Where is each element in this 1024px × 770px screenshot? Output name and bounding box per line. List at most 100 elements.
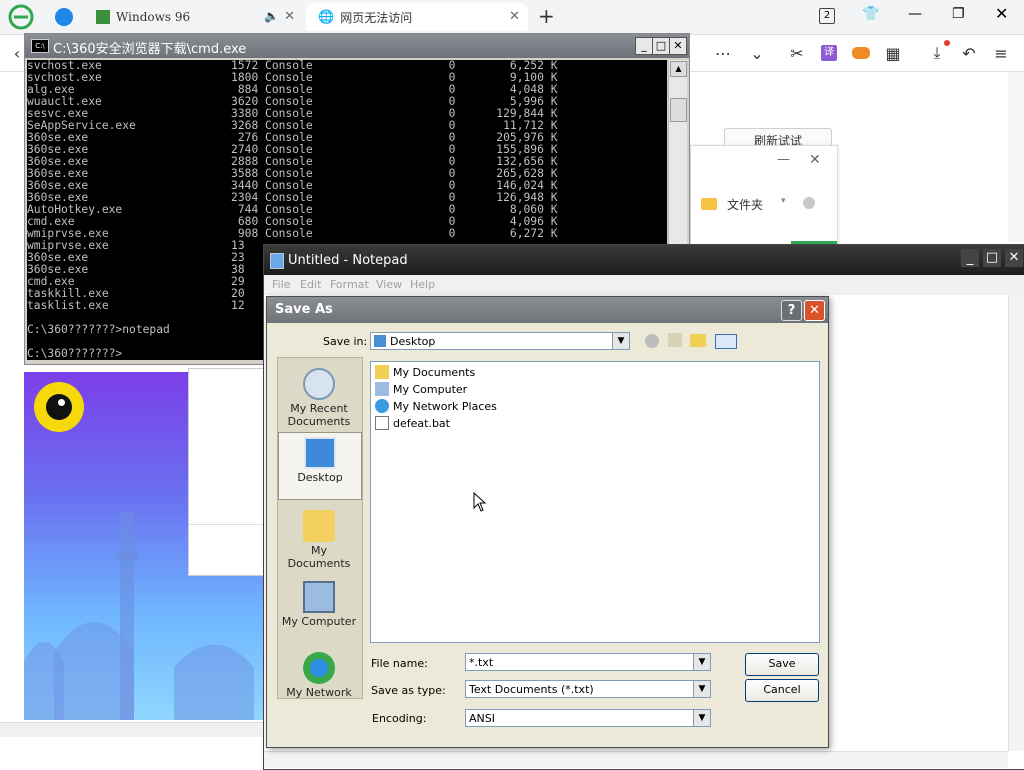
scroll-thumb[interactable] xyxy=(670,98,687,122)
place-label: My Documents xyxy=(287,544,351,570)
maximize-icon[interactable]: □ xyxy=(652,37,670,55)
menu-view[interactable]: View xyxy=(376,278,402,291)
new-tab-button[interactable]: + xyxy=(538,4,555,28)
notepad-icon xyxy=(270,253,284,269)
chevron-down-icon[interactable]: ⌄ xyxy=(746,42,768,64)
dialog-title: Save As xyxy=(275,302,333,317)
up-folder-icon[interactable] xyxy=(668,333,682,347)
chevron-down-icon[interactable]: ▼ xyxy=(693,654,710,670)
tab-page-unreachable[interactable]: 🌐 网页无法访问 ✕ xyxy=(306,3,528,31)
shirt-icon[interactable]: 👕 xyxy=(862,6,879,22)
tab-counter-icon[interactable]: 2 xyxy=(819,8,835,24)
file-label: My Computer xyxy=(393,382,468,396)
minimize-icon[interactable]: — xyxy=(908,6,922,22)
menu-format[interactable]: Format xyxy=(330,278,369,291)
translate-icon[interactable]: 译 xyxy=(818,42,840,64)
tab-windows96[interactable]: Windows 96 🔈 ✕ xyxy=(88,3,303,31)
place-recent-documents[interactable]: My Recent Documents xyxy=(278,364,360,428)
chevron-down-icon[interactable]: ▼ xyxy=(693,710,710,726)
close-icon[interactable]: ✕ xyxy=(804,300,825,321)
browser-tab-bar: Windows 96 🔈 ✕ 🌐 网页无法访问 ✕ + 2 👕 — ❐ ✕ xyxy=(0,0,1024,35)
maximize-icon[interactable]: □ xyxy=(983,249,1001,267)
save-as-title-bar[interactable]: Save As ? ✕ xyxy=(267,297,828,323)
clear-icon[interactable] xyxy=(803,197,815,209)
game-popup xyxy=(188,368,266,576)
browser-scrollbar[interactable] xyxy=(1008,72,1024,242)
chevron-down-icon[interactable]: ▼ xyxy=(612,333,629,349)
minimize-icon[interactable]: _ xyxy=(961,249,979,267)
my-network-icon xyxy=(303,652,335,684)
notepad-hscroll[interactable] xyxy=(264,751,1008,768)
encoding-select[interactable]: ANSI ▼ xyxy=(465,709,711,727)
menu-edit[interactable]: Edit xyxy=(300,278,321,291)
save-in-select[interactable]: Desktop ▼ xyxy=(370,332,630,350)
desktop-icon xyxy=(304,437,336,469)
game-logo xyxy=(34,382,84,432)
batch-file-icon xyxy=(375,416,389,430)
file-item-my-network-places[interactable]: My Network Places xyxy=(375,398,497,414)
file-item-my-computer[interactable]: My Computer xyxy=(375,381,467,397)
close-icon[interactable]: ✕ xyxy=(809,152,821,168)
desktop-icon xyxy=(374,335,386,347)
minimize-icon[interactable]: — xyxy=(777,152,790,167)
download-panel: — ✕ 文件夹 ▾ xyxy=(690,145,838,247)
cmd-title-bar[interactable]: C:\ C:\360安全浏览器下载\cmd.exe _ □ ✕ xyxy=(25,34,689,58)
menu-icon[interactable]: ≡ xyxy=(990,42,1012,64)
cancel-button[interactable]: Cancel xyxy=(745,679,819,702)
file-name-value: *.txt xyxy=(469,656,494,669)
file-name-input[interactable]: *.txt ▼ xyxy=(465,653,711,671)
notepad-vscroll[interactable] xyxy=(1008,295,1024,751)
file-item-defeat-bat[interactable]: defeat.bat xyxy=(375,415,450,431)
place-my-documents[interactable]: My Documents xyxy=(278,506,360,570)
speaker-icon[interactable]: 🔈 xyxy=(264,9,279,23)
apps-icon[interactable]: ▦ xyxy=(882,42,904,64)
save-as-type-label: Save as type: xyxy=(371,684,446,697)
app-icon xyxy=(96,10,110,24)
folder-icon xyxy=(375,365,389,379)
game-icon[interactable] xyxy=(850,42,872,64)
send-icon[interactable] xyxy=(55,8,73,26)
back-icon[interactable] xyxy=(645,334,659,348)
close-icon[interactable]: ✕ xyxy=(669,37,687,55)
place-desktop[interactable]: Desktop xyxy=(278,432,362,500)
browser-logo-icon xyxy=(8,4,34,30)
scroll-up-icon[interactable]: ▲ xyxy=(670,61,687,77)
close-icon[interactable]: ✕ xyxy=(509,9,520,24)
file-list[interactable]: My Documents My Computer My Network Plac… xyxy=(370,361,820,643)
folder-icon xyxy=(701,198,717,210)
restore-icon[interactable]: ❐ xyxy=(952,6,965,22)
place-my-network[interactable]: My Network xyxy=(278,648,360,699)
close-icon[interactable]: ✕ xyxy=(1005,249,1023,267)
file-label: defeat.bat xyxy=(393,416,450,430)
file-name-label: File name: xyxy=(371,657,428,670)
chevron-down-icon[interactable]: ▼ xyxy=(693,681,710,697)
tab-label: Windows 96 xyxy=(116,10,191,24)
save-as-type-value: Text Documents (*.txt) xyxy=(469,683,594,696)
folder-label[interactable]: 文件夹 xyxy=(727,196,763,213)
page-hscroll[interactable] xyxy=(0,722,263,737)
save-button[interactable]: Save xyxy=(745,653,819,676)
chevron-down-icon[interactable]: ▾ xyxy=(781,196,786,206)
view-menu-icon[interactable] xyxy=(715,334,737,349)
cmd-icon: C:\ xyxy=(31,39,49,53)
notepad-title-bar[interactable]: Untitled - Notepad _ □ ✕ xyxy=(264,245,1024,275)
menu-file[interactable]: File xyxy=(272,278,290,291)
undo-icon[interactable]: ↶ xyxy=(958,42,980,64)
close-icon[interactable]: ✕ xyxy=(284,9,295,24)
encoding-label: Encoding: xyxy=(372,712,427,725)
save-as-type-select[interactable]: Text Documents (*.txt) ▼ xyxy=(465,680,711,698)
place-label: My Recent Documents xyxy=(287,402,351,428)
recent-documents-icon xyxy=(303,368,335,400)
file-item-my-documents[interactable]: My Documents xyxy=(375,364,475,380)
help-button[interactable]: ? xyxy=(781,300,802,321)
my-documents-icon xyxy=(303,510,335,542)
cmd-title-text: C:\360安全浏览器下载\cmd.exe xyxy=(53,42,247,57)
minimize-icon[interactable]: _ xyxy=(635,37,653,55)
scissors-icon[interactable]: ✂ xyxy=(786,42,808,64)
new-folder-icon[interactable] xyxy=(690,334,706,347)
close-icon[interactable]: ✕ xyxy=(995,4,1008,23)
save-in-label: Save in: xyxy=(323,335,368,348)
menu-help[interactable]: Help xyxy=(410,278,435,291)
more-icon[interactable]: ⋯ xyxy=(712,42,734,64)
place-my-computer[interactable]: My Computer xyxy=(278,577,360,628)
